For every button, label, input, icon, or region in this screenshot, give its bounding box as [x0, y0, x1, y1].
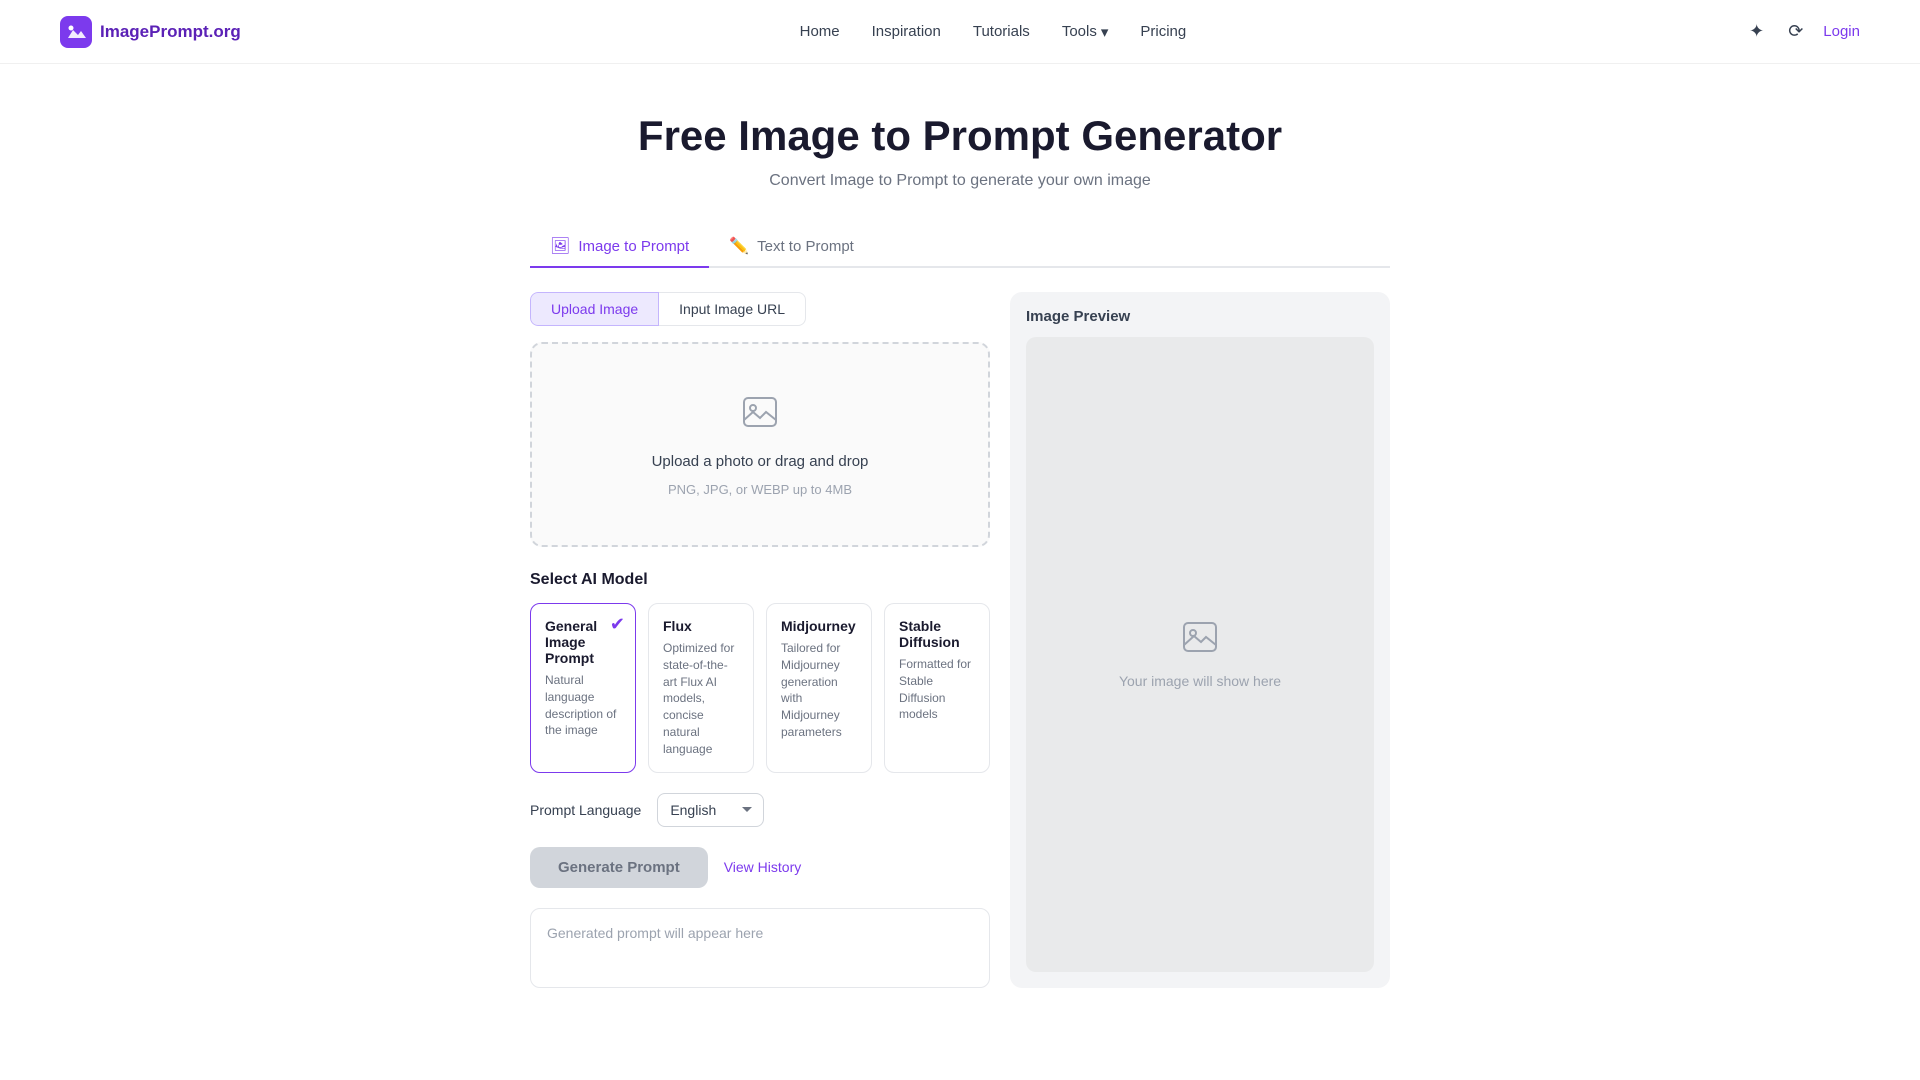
model-name: Flux — [663, 618, 739, 634]
model-selected-icon: ✔ — [610, 614, 625, 635]
drop-zone[interactable]: Upload a photo or drag and drop PNG, JPG… — [530, 342, 990, 547]
text-tab-icon: ✏️ — [729, 236, 749, 256]
model-name: Stable Diffusion — [899, 618, 975, 650]
model-card-midjourney[interactable]: Midjourney Tailored for Midjourney gener… — [766, 603, 872, 773]
nav-inspiration[interactable]: Inspiration — [872, 23, 941, 40]
chevron-down-icon: ▾ — [1101, 23, 1109, 41]
upload-tab-url[interactable]: Input Image URL — [659, 292, 806, 326]
upload-icon — [740, 392, 780, 441]
model-desc: Tailored for Midjourney generation with … — [781, 640, 857, 741]
preview-placeholder-icon — [1182, 619, 1218, 663]
translate-button[interactable]: ⟳ — [1784, 17, 1807, 46]
model-card-flux[interactable]: Flux Optimized for state-of-the-art Flux… — [648, 603, 754, 773]
select-model-title: Select AI Model — [530, 571, 990, 589]
view-history-link[interactable]: View History — [724, 859, 802, 875]
upload-tab-file[interactable]: Upload Image — [530, 292, 659, 326]
preview-title: Image Preview — [1026, 308, 1374, 325]
tab-text-to-prompt[interactable]: ✏️ Text to Prompt — [709, 226, 874, 268]
nav-tutorials[interactable]: Tutorials — [973, 23, 1030, 40]
login-button[interactable]: Login — [1823, 23, 1860, 40]
drop-subtitle: PNG, JPG, or WEBP up to 4MB — [668, 482, 852, 497]
site-name: ImagePrompt.org — [100, 22, 241, 42]
preview-area: Your image will show here — [1026, 337, 1374, 972]
model-name: Midjourney — [781, 618, 857, 634]
prompt-language-label: Prompt Language — [530, 802, 641, 818]
model-grid: General Image Prompt Natural language de… — [530, 603, 990, 773]
model-desc: Natural language description of the imag… — [545, 672, 621, 739]
output-placeholder: Generated prompt will appear here — [547, 925, 763, 941]
upload-tabs: Upload Image Input Image URL — [530, 292, 990, 326]
content-grid: Upload Image Input Image URL Upload a ph… — [530, 292, 1390, 988]
logo-icon — [60, 16, 92, 48]
nav-pricing[interactable]: Pricing — [1140, 23, 1186, 40]
model-desc: Optimized for state-of-the-art Flux AI m… — [663, 640, 739, 758]
tab-image-to-prompt[interactable]: 🖼 Image to Prompt — [530, 226, 709, 268]
action-row: Generate Prompt View History — [530, 847, 990, 888]
left-panel: Upload Image Input Image URL Upload a ph… — [530, 292, 990, 988]
language-select[interactable]: EnglishChineseJapaneseSpanishFrenchGerma… — [657, 793, 764, 827]
main-tabs: 🖼 Image to Prompt ✏️ Text to Prompt — [530, 226, 1390, 268]
navbar: ImagePrompt.org Home Inspiration Tutoria… — [0, 0, 1920, 64]
nav-tools[interactable]: Tools ▾ — [1062, 23, 1109, 41]
hero-subtitle: Convert Image to Prompt to generate your… — [20, 172, 1900, 190]
nav-links: Home Inspiration Tutorials Tools ▾ Prici… — [800, 23, 1187, 41]
hero-section: Free Image to Prompt Generator Convert I… — [0, 64, 1920, 226]
image-tab-icon: 🖼 — [550, 236, 570, 256]
logo[interactable]: ImagePrompt.org — [60, 16, 241, 48]
output-area: Generated prompt will appear here — [530, 908, 990, 988]
model-card-general[interactable]: General Image Prompt Natural language de… — [530, 603, 636, 773]
generate-prompt-button[interactable]: Generate Prompt — [530, 847, 708, 888]
preview-placeholder-text: Your image will show here — [1119, 673, 1281, 689]
prompt-language-row: Prompt Language EnglishChineseJapaneseSp… — [530, 793, 990, 827]
theme-toggle-button[interactable]: ✦ — [1745, 17, 1768, 46]
nav-right: ✦ ⟳ Login — [1745, 17, 1860, 46]
nav-home[interactable]: Home — [800, 23, 840, 40]
drop-title: Upload a photo or drag and drop — [652, 453, 869, 470]
main-container: 🖼 Image to Prompt ✏️ Text to Prompt Uplo… — [510, 226, 1410, 1048]
model-card-stable-diffusion[interactable]: Stable Diffusion Formatted for Stable Di… — [884, 603, 990, 773]
hero-title: Free Image to Prompt Generator — [20, 112, 1900, 160]
model-desc: Formatted for Stable Diffusion models — [899, 656, 975, 723]
image-preview-panel: Image Preview Your image will show here — [1010, 292, 1390, 988]
